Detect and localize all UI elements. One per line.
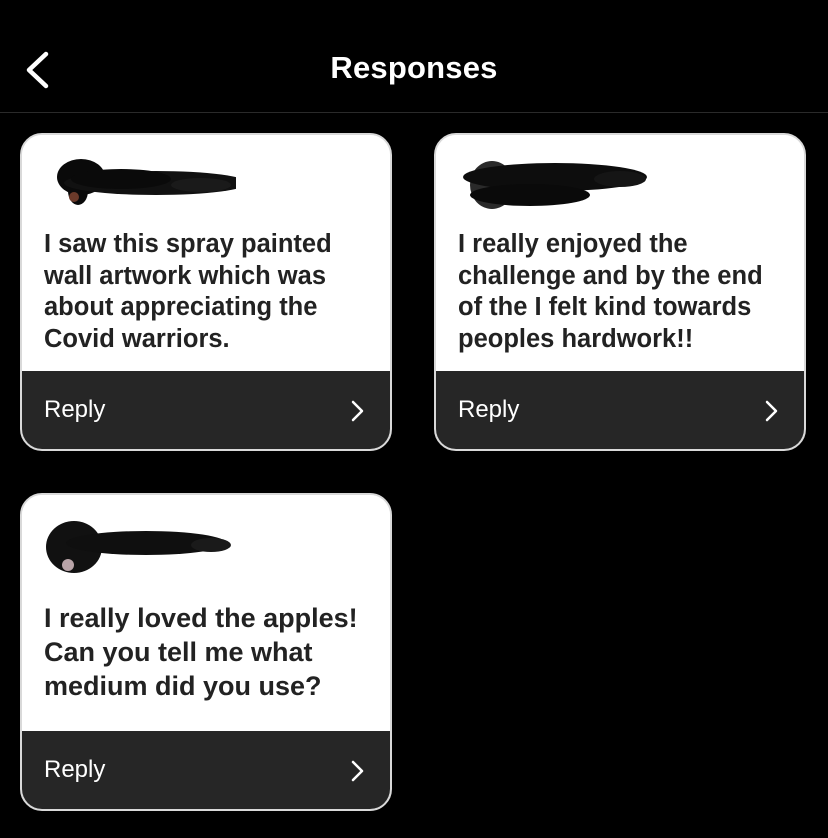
redacted-author-scribble xyxy=(57,159,236,205)
response-body: I really loved the apples! Can you tell … xyxy=(22,495,390,733)
response-body: I saw this spray painted wall artwork wh… xyxy=(22,135,390,373)
reply-label: Reply xyxy=(44,396,106,423)
chevron-right-icon xyxy=(351,400,364,422)
chevron-right-icon xyxy=(765,400,778,422)
header: Responses xyxy=(0,0,828,113)
response-card: I saw this spray painted wall artwork wh… xyxy=(20,133,392,451)
responses-screen: Responses I saw this spray painted wall … xyxy=(0,0,828,838)
reply-label: Reply xyxy=(44,756,106,783)
reply-label: Reply xyxy=(458,396,520,423)
page-title: Responses xyxy=(330,50,498,85)
response-text: I really loved the apples! Can you tell … xyxy=(44,603,358,701)
response-text: I really enjoyed the challenge and by th… xyxy=(458,230,763,353)
response-text: I saw this spray painted wall artwork wh… xyxy=(44,230,332,353)
redacted-author-scribble xyxy=(46,521,231,573)
response-body: I really enjoyed the challenge and by th… xyxy=(436,135,804,373)
response-card: I really loved the apples! Can you tell … xyxy=(20,493,392,811)
chevron-right-icon xyxy=(351,760,364,782)
reply-button[interactable]: Reply xyxy=(22,371,390,449)
redacted-author-scribble xyxy=(463,161,647,209)
reply-button[interactable]: Reply xyxy=(436,371,804,449)
reply-button[interactable]: Reply xyxy=(22,731,390,809)
response-card: I really enjoyed the challenge and by th… xyxy=(434,133,806,451)
